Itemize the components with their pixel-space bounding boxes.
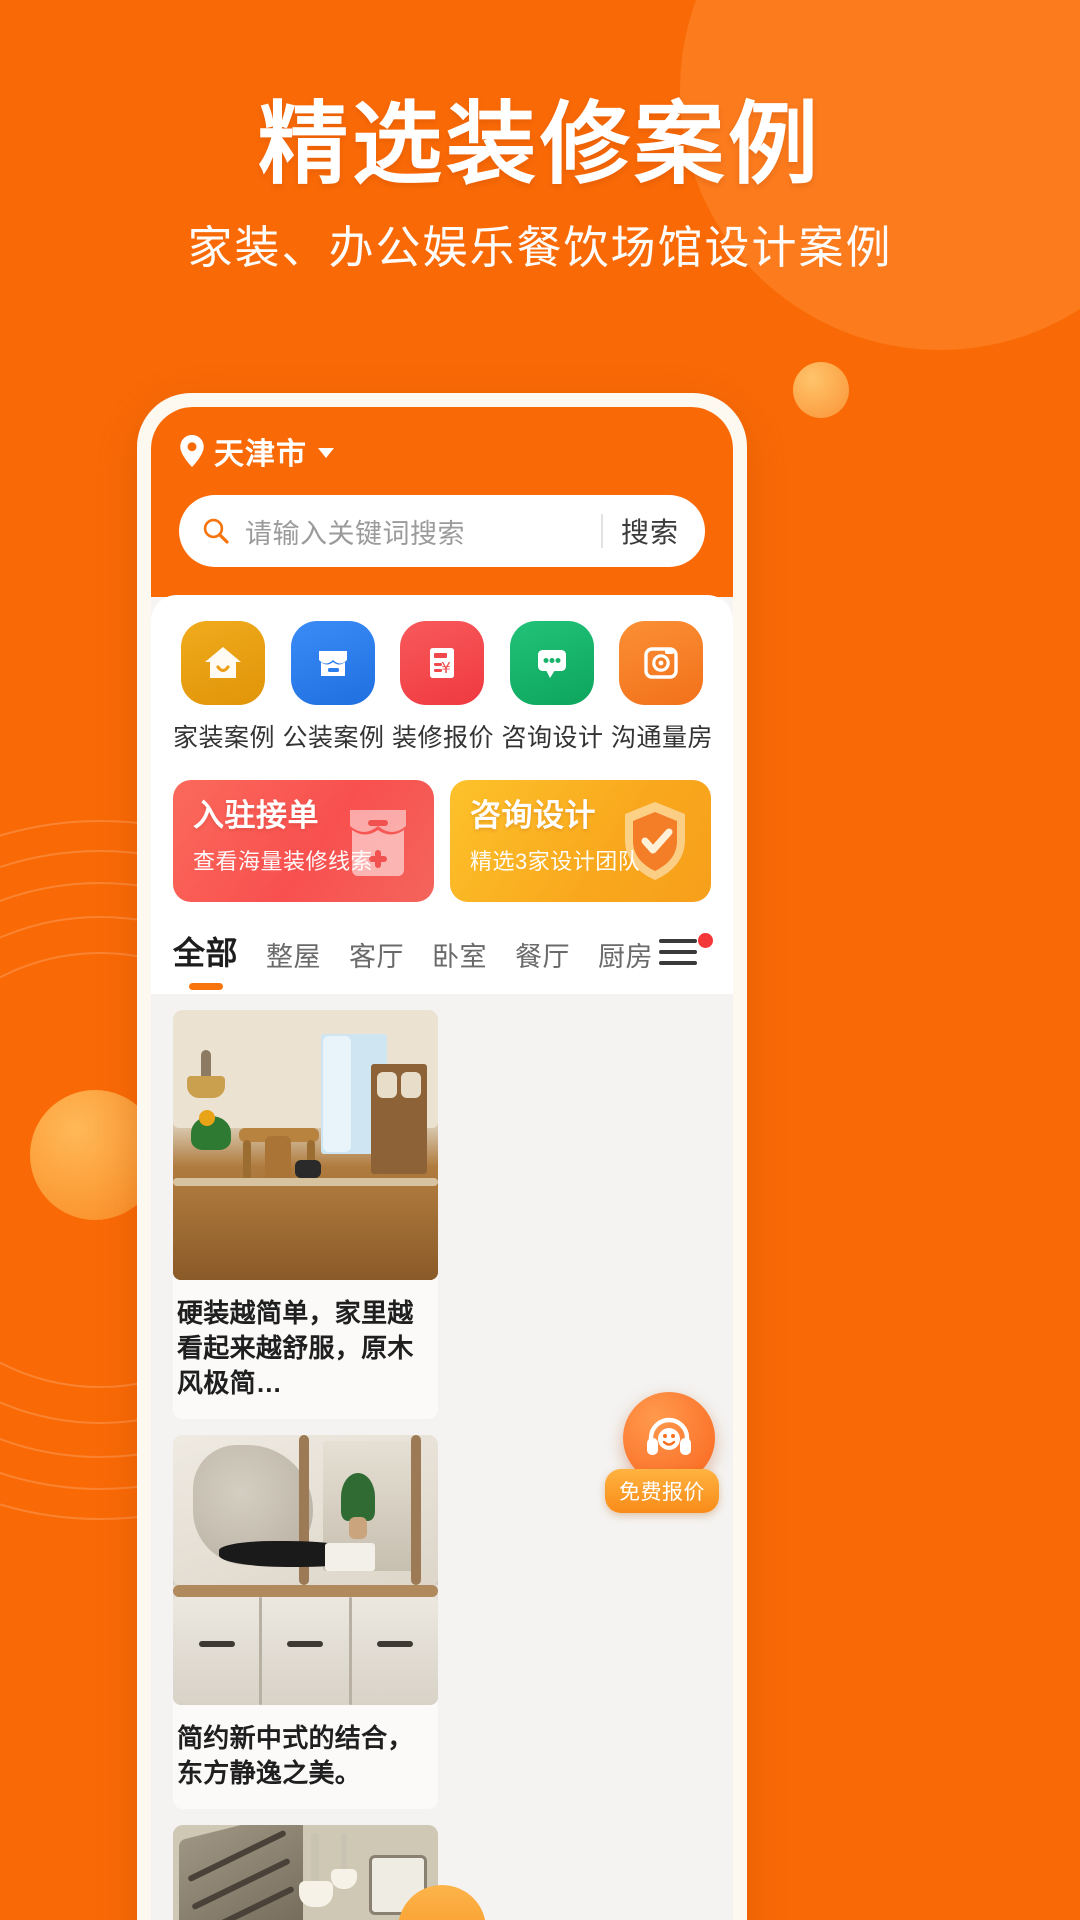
quicknav-label: 装修报价 bbox=[392, 724, 495, 752]
home-icon bbox=[205, 647, 241, 678]
location-name: 天津市 bbox=[214, 438, 307, 471]
case-title: 简约新中式的结合，东方静逸之美。 bbox=[177, 1723, 414, 1789]
quicknav-label: 咨询设计 bbox=[501, 724, 604, 752]
case-thumbnail bbox=[173, 1825, 438, 1920]
app-screen: 天津市 请输入关键词搜索 搜索 家装案例 公装案例 ¥ 装修报价 咨询设计 沟通… bbox=[151, 407, 733, 1920]
background-dot-right bbox=[793, 362, 849, 418]
content-sheet: 家装案例 公装案例 ¥ 装修报价 咨询设计 沟通量房 入驻接单 查看海量装修线索… bbox=[151, 595, 733, 994]
quicknav-label: 家装案例 bbox=[173, 724, 276, 752]
page-subtitle: 家装、办公娱乐餐饮场馆设计案例 bbox=[187, 222, 893, 274]
location-pin-icon bbox=[180, 435, 204, 467]
tab-kitchen[interactable]: 厨房 bbox=[598, 935, 653, 990]
tab-bedroom[interactable]: 卧室 bbox=[432, 935, 487, 990]
tab-list: 全部 整屋 客厅 卧室 餐厅 厨房 bbox=[173, 928, 659, 990]
search-icon bbox=[203, 518, 229, 544]
chat-bubble-icon-badge bbox=[509, 621, 594, 705]
list-item[interactable]: 硬装越简单，家里越看起来越舒服，原木风极简… bbox=[173, 1010, 438, 1420]
list-item[interactable] bbox=[173, 1825, 438, 1920]
invoice-yuan-icon: ¥ bbox=[430, 648, 454, 678]
shield-check-icon bbox=[625, 802, 685, 880]
search-divider bbox=[600, 514, 603, 548]
chat-bubble-icon bbox=[537, 650, 566, 678]
banner-row: 入驻接单 查看海量装修线索 咨询设计 精选3家设计团队 bbox=[173, 780, 711, 902]
app-header: 天津市 请输入关键词搜索 搜索 bbox=[151, 407, 733, 597]
quicknav-item-consult-design[interactable]: 咨询设计 bbox=[501, 621, 604, 754]
tape-measure-icon bbox=[644, 647, 678, 679]
quicknav-item-measure[interactable]: 沟通量房 bbox=[611, 621, 714, 754]
phone-mockup: 天津市 请输入关键词搜索 搜索 家装案例 公装案例 ¥ 装修报价 咨询设计 沟通… bbox=[137, 393, 747, 1920]
quicknav-item-commercial-cases[interactable]: 公装案例 bbox=[282, 621, 385, 754]
banner-consult-design[interactable]: 咨询设计 精选3家设计团队 bbox=[450, 780, 711, 902]
page-title: 精选装修案例 bbox=[258, 95, 822, 195]
home-icon-badge bbox=[181, 621, 265, 705]
free-quote-badge[interactable]: 免费报价 bbox=[605, 1469, 719, 1513]
search-button[interactable]: 搜索 bbox=[621, 511, 695, 551]
invoice-yuan-icon-badge: ¥ bbox=[400, 621, 484, 705]
notification-dot bbox=[698, 933, 713, 948]
tape-measure-icon-badge bbox=[619, 621, 703, 705]
headset-support-icon bbox=[647, 1417, 691, 1455]
storefront-icon-badge bbox=[290, 621, 375, 705]
list-item[interactable]: 简约新中式的结合，东方静逸之美。 bbox=[173, 1435, 438, 1810]
tab-dining-room[interactable]: 餐厅 bbox=[515, 935, 570, 990]
case-thumbnail bbox=[173, 1435, 438, 1706]
banner-join-orders[interactable]: 入驻接单 查看海量装修线索 bbox=[173, 780, 434, 902]
shop-icon bbox=[350, 810, 406, 876]
tab-whole-house[interactable]: 整屋 bbox=[266, 935, 321, 990]
category-tabs: 全部 整屋 客厅 卧室 餐厅 厨房 bbox=[173, 928, 713, 994]
chevron-down-icon[interactable] bbox=[318, 448, 334, 458]
tab-living-room[interactable]: 客厅 bbox=[349, 935, 404, 990]
quicknav-item-quote[interactable]: ¥ 装修报价 bbox=[392, 621, 495, 754]
svg-text:¥: ¥ bbox=[441, 659, 451, 677]
search-bar[interactable]: 请输入关键词搜索 搜索 bbox=[179, 495, 705, 567]
search-input-placeholder[interactable]: 请输入关键词搜索 bbox=[245, 512, 601, 551]
quicknav-row: 家装案例 公装案例 ¥ 装修报价 咨询设计 沟通量房 bbox=[173, 621, 714, 754]
storefront-icon bbox=[318, 651, 347, 676]
quicknav-label: 沟通量房 bbox=[611, 724, 714, 752]
case-title: 硬装越简单，家里越看起来越舒服，原木风极简… bbox=[177, 1298, 414, 1399]
case-thumbnail bbox=[173, 1010, 438, 1280]
location-selector[interactable]: 天津市 bbox=[179, 429, 705, 473]
hero-section: 精选装修案例 家装、办公娱乐餐饮场馆设计案例 bbox=[0, 0, 1080, 275]
quicknav-label: 公装案例 bbox=[282, 724, 385, 752]
quicknav-item-home-cases[interactable]: 家装案例 bbox=[173, 621, 276, 754]
hamburger-menu-icon[interactable] bbox=[659, 933, 713, 981]
tab-all[interactable]: 全部 bbox=[173, 928, 238, 990]
